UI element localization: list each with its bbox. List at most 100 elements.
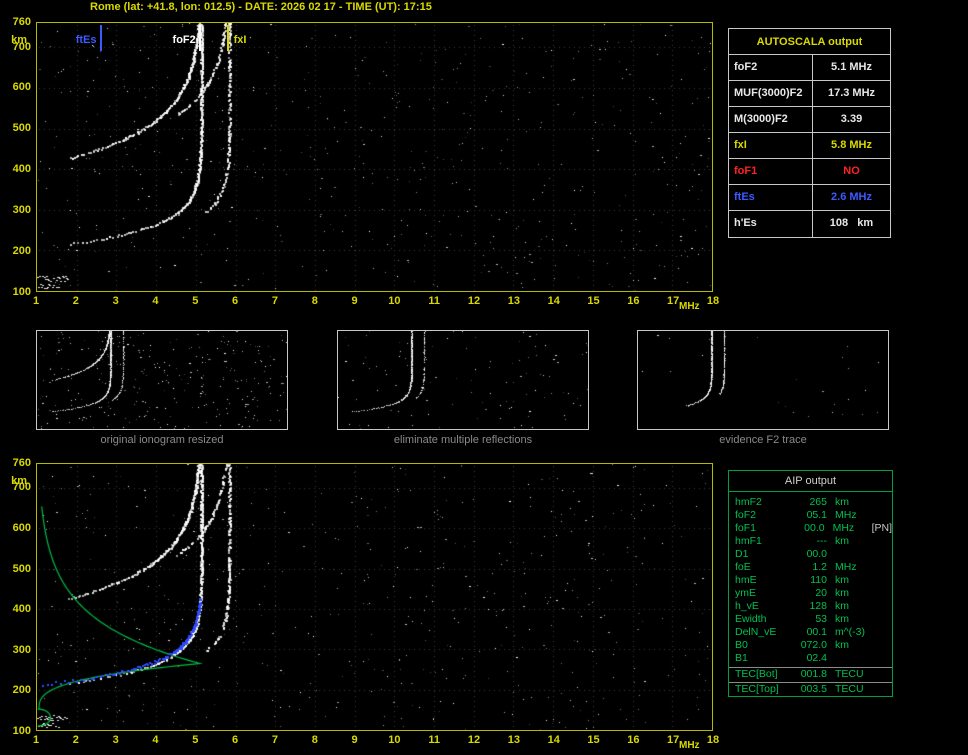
main-x-axis-tick: 3 <box>107 296 125 307</box>
aip-value: --- <box>791 535 827 548</box>
aip-row: ymE20km <box>735 587 892 600</box>
autoscala-row: fxI5.8 MHz <box>729 133 890 159</box>
aip-row: hmF1---km <box>735 535 892 548</box>
bottom-y-axis-tick: 760 <box>0 458 31 469</box>
aip-tec-value: 001.8 <box>791 668 827 682</box>
aip-tec-row: TEC[Bot]001.8 TECU <box>729 667 892 682</box>
autoscala-param: M(3000)F2 <box>729 107 813 132</box>
aip-unit: km <box>835 574 873 587</box>
aip-row: hmE110km <box>735 574 892 587</box>
aip-tec-unit: TECU <box>835 668 873 682</box>
main-x-axis-tick: 15 <box>585 296 603 307</box>
autoscala-value: 108 km <box>813 211 890 237</box>
bottom-x-axis-tick: 14 <box>545 735 563 746</box>
aip-value: 02.4 <box>791 652 827 665</box>
main-x-axis-tick: 11 <box>425 296 443 307</box>
restored-ionogram-plot <box>36 463 713 731</box>
bottom-x-axis-tick: 10 <box>385 735 403 746</box>
aip-value: 265 <box>791 496 827 509</box>
main-x-axis-tick: 7 <box>266 296 284 307</box>
autoscala-row: foF25.1 MHz <box>729 55 890 81</box>
autoscala-row: M(3000)F23.39 <box>729 107 890 133</box>
main-y-axis-unit: km <box>0 35 27 46</box>
autoscala-row: ftEs2.6 MHz <box>729 185 890 211</box>
bottom-x-axis-tick: 15 <box>585 735 603 746</box>
main-y-axis-tick: 400 <box>0 164 31 175</box>
bottom-x-axis-tick: 13 <box>505 735 523 746</box>
bottom-y-axis-tick: 200 <box>0 685 31 696</box>
thumbnail-f2-trace <box>637 330 889 430</box>
main-x-axis-tick: 2 <box>67 296 85 307</box>
aip-unit: MHz <box>835 561 873 574</box>
main-y-axis-tick: 200 <box>0 246 31 257</box>
aip-tec-param: TEC[Bot] <box>735 668 791 682</box>
main-x-axis-tick: 9 <box>346 296 364 307</box>
aip-row: D100.0 <box>735 548 892 561</box>
aip-param: B1 <box>735 652 791 665</box>
main-x-axis-tick: 12 <box>465 296 483 307</box>
thumbnail-eliminate-canvas <box>338 331 588 429</box>
aip-unit: km <box>835 600 873 613</box>
aip-param: foE <box>735 561 791 574</box>
aip-tec-unit: TECU <box>835 683 873 697</box>
aip-unit: MHz <box>833 522 870 535</box>
aip-value: 05.1 <box>791 509 827 522</box>
aip-value: 00.1 <box>791 626 827 639</box>
aip-value: 00.0 <box>790 522 825 535</box>
aip-tec-value: 003.5 <box>791 683 827 697</box>
bottom-y-axis-unit: km <box>0 476 27 487</box>
fxI-marker-line <box>227 25 229 51</box>
main-y-axis-tick: 760 <box>0 17 31 28</box>
main-x-axis-tick: 4 <box>146 296 164 307</box>
aip-param: h_vE <box>735 600 791 613</box>
aip-value: 00.0 <box>791 548 827 561</box>
autoscala-value: 3.39 <box>813 107 890 132</box>
main-x-axis-tick: 14 <box>545 296 563 307</box>
bottom-x-axis-tick: 11 <box>425 735 443 746</box>
main-x-axis-unit: MHz <box>679 301 700 312</box>
autoscala-param: fxI <box>729 133 813 158</box>
bottom-x-axis-unit: MHz <box>679 740 700 751</box>
autoscala-param: foF2 <box>729 55 813 80</box>
aip-tec-row: TEC[Top]003.5TECU <box>729 682 892 697</box>
bottom-x-axis-tick: 2 <box>67 735 85 746</box>
main-x-axis-tick: 6 <box>226 296 244 307</box>
bottom-y-axis-tick: 500 <box>0 564 31 575</box>
aip-param: B0 <box>735 639 791 652</box>
autoscala-param: h'Es <box>729 211 813 237</box>
aip-param: hmF2 <box>735 496 791 509</box>
main-x-axis-tick: 18 <box>704 296 722 307</box>
aip-row: foE1.2MHz <box>735 561 892 574</box>
thumbnail-caption-eliminate: eliminate multiple reflections <box>337 434 589 446</box>
thumbnail-f2-canvas <box>638 331 888 429</box>
main-ionogram-plot: ftEsfoF2fxI <box>36 22 713 292</box>
aip-param: foF2 <box>735 509 791 522</box>
aip-param: foF1 <box>735 522 790 535</box>
aip-unit <box>835 548 873 561</box>
main-y-axis-tick: 500 <box>0 123 31 134</box>
bottom-x-axis-tick: 18 <box>704 735 722 746</box>
autoscala-table-rows: foF25.1 MHzMUF(3000)F217.3 MHzM(3000)F23… <box>729 55 890 237</box>
main-y-axis-tick: 300 <box>0 205 31 216</box>
bottom-x-axis-tick: 4 <box>146 735 164 746</box>
aip-param: hmF1 <box>735 535 791 548</box>
main-x-axis-tick: 10 <box>385 296 403 307</box>
main-x-axis-tick: 5 <box>186 296 204 307</box>
bottom-y-axis-tick: 400 <box>0 604 31 615</box>
aip-row: B102.4 <box>735 652 892 665</box>
autoscala-param: ftEs <box>729 185 813 210</box>
autoscala-value: 17.3 MHz <box>813 81 890 106</box>
bottom-y-axis-tick: 600 <box>0 523 31 534</box>
aip-row: DelN_vE00.1m^(-3) <box>735 626 892 639</box>
bottom-x-axis-tick: 3 <box>107 735 125 746</box>
aip-row: h_vE128km <box>735 600 892 613</box>
foF2-marker-label: foF2 <box>148 35 196 46</box>
autoscala-value: NO <box>813 159 890 184</box>
aip-unit: MHz <box>835 509 873 522</box>
ftEs-marker-line <box>100 25 102 51</box>
aip-unit: km <box>835 613 873 626</box>
aip-output-table: AIP output hmF2265 km foF205.1 MHz foF100.0 M… <box>728 470 893 697</box>
aip-table-title: AIP output <box>729 471 892 492</box>
main-x-axis-tick: 13 <box>505 296 523 307</box>
aip-unit <box>835 652 873 665</box>
